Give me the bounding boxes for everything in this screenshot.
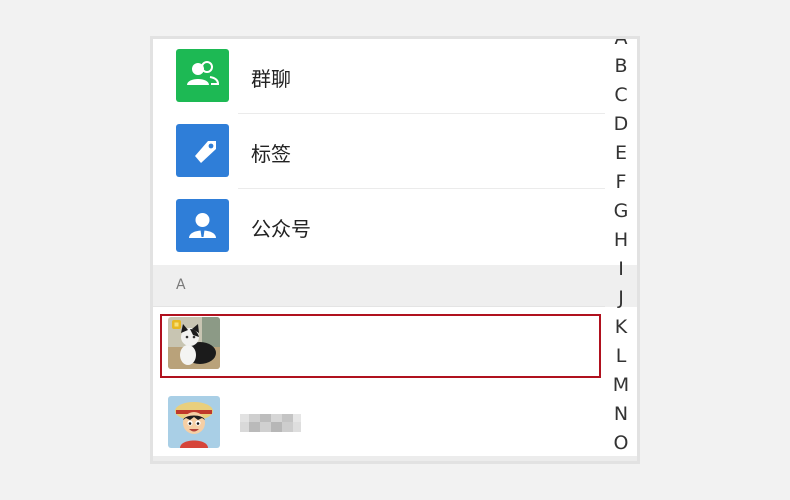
- divider: [153, 306, 605, 307]
- menu-item-tags[interactable]: 标签: [153, 114, 605, 189]
- index-letter-h[interactable]: H: [605, 229, 637, 251]
- index-letter-n[interactable]: N: [605, 403, 637, 425]
- index-letter-l[interactable]: L: [605, 345, 637, 367]
- selection-highlight: [160, 314, 601, 378]
- contacts-screen: 群聊 标签 公众号 A B C D E F G H I J K L M N O: [153, 39, 637, 461]
- cartoon-boy-avatar-icon: [168, 396, 220, 448]
- index-letter-c[interactable]: C: [605, 84, 637, 106]
- list-bottom-edge: [153, 456, 637, 461]
- official-account-icon: [176, 199, 229, 252]
- index-letter-b[interactable]: B: [605, 55, 637, 77]
- index-letter-d[interactable]: D: [605, 113, 637, 135]
- index-letter-j[interactable]: J: [605, 287, 637, 309]
- section-header-label: A: [176, 277, 186, 293]
- index-letter-g[interactable]: G: [605, 200, 637, 222]
- index-letter-e[interactable]: E: [605, 142, 637, 164]
- index-letter-o[interactable]: O: [605, 432, 637, 454]
- blurred-contact-name: [240, 412, 306, 434]
- menu-item-official-accounts[interactable]: 公众号: [153, 189, 605, 264]
- index-letter-m[interactable]: M: [605, 374, 637, 396]
- index-letter-k[interactable]: K: [605, 316, 637, 338]
- page: { "menu": [ {"label": "群聊", "icon": "gro…: [0, 0, 790, 500]
- alphabet-index[interactable]: ABCDEFGHIJKLMNOP: [605, 39, 637, 461]
- contact-row[interactable]: [153, 389, 605, 461]
- index-letter-f[interactable]: F: [605, 171, 637, 193]
- index-letter-a[interactable]: A: [605, 39, 637, 49]
- section-header-a: A: [153, 265, 637, 307]
- menu-item-group-chat[interactable]: 群聊: [153, 39, 605, 114]
- tag-icon: [176, 124, 229, 177]
- phone-frame: 群聊 标签 公众号 A B C D E F G H I J K L M N O: [150, 36, 640, 464]
- menu-item-label: 公众号: [251, 217, 311, 241]
- index-letter-i[interactable]: I: [605, 258, 637, 280]
- menu-item-label: 标签: [251, 142, 291, 166]
- group-chat-icon: [176, 49, 229, 102]
- menu-item-label: 群聊: [251, 67, 291, 91]
